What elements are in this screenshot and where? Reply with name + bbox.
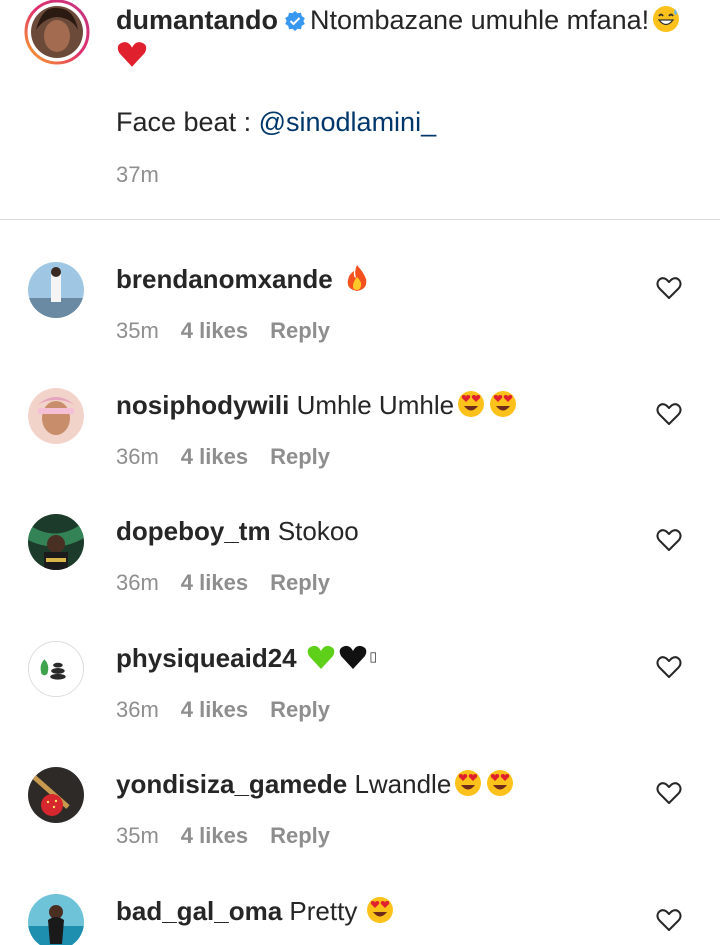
heart-outline-icon[interactable] [656, 276, 682, 300]
comment-avatar[interactable] [28, 894, 84, 945]
red-heart-emoji [117, 42, 147, 67]
comment-text: Umhle Umhle [296, 390, 455, 420]
comment-time: 36m [116, 697, 159, 722]
comment-time: 35m [116, 318, 159, 343]
caption-timestamp: 37m [116, 162, 159, 187]
black-heart-emoji [339, 645, 367, 669]
comment-row: physiqueaid24 36m 4 likes Reply [0, 641, 720, 767]
comment-meta: 36m 4 likes Reply [116, 444, 352, 470]
comment-body: nosiphodywili Umhle Umhle [116, 388, 518, 422]
fire-emoji [347, 265, 367, 291]
verified-badge-icon [285, 11, 305, 31]
reply-button[interactable]: Reply [270, 697, 330, 722]
heart-outline-icon[interactable] [656, 402, 682, 426]
comment-body: dopeboy_tm Stokoo [116, 514, 359, 548]
comment-likes[interactable]: 4 likes [181, 697, 248, 722]
caption-body: Ntombazane umuhle mfana! [310, 5, 650, 35]
comment-row: brendanomxande 35m 4 likes Reply [0, 262, 720, 388]
caption-username[interactable]: dumantando [116, 5, 278, 35]
comment-avatar[interactable] [28, 641, 84, 697]
reply-button[interactable]: Reply [270, 570, 330, 595]
reply-button[interactable]: Reply [270, 823, 330, 848]
comment-username[interactable]: dopeboy_tm [116, 516, 271, 546]
caption-text: dumantando Ntombazane umuhle mfana! [116, 2, 696, 74]
comment-text: Stokoo [277, 516, 359, 546]
caption-avatar[interactable] [22, 0, 92, 66]
comment-likes[interactable]: 4 likes [181, 318, 248, 343]
heart-eyes-emoji [487, 770, 514, 796]
comment-meta: 35m 4 likes Reply [116, 823, 352, 849]
comment-body: physiqueaid24 [116, 641, 384, 675]
comment-username[interactable]: nosiphodywili [116, 390, 289, 420]
comment-likes[interactable]: 4 likes [181, 570, 248, 595]
comment-meta: 36m 4 likes Reply [116, 570, 352, 596]
caption-line2: Face beat : @sinodlamini_ [116, 104, 436, 140]
comment-avatar[interactable] [28, 767, 84, 823]
reply-button[interactable]: Reply [270, 444, 330, 469]
heart-eyes-emoji [455, 770, 482, 796]
heart-eyes-emoji [367, 897, 394, 923]
comment-likes[interactable]: 4 likes [181, 444, 248, 469]
heart-eyes-emoji [490, 391, 517, 417]
comment-row: dopeboy_tm Stokoo 36m 4 likes Reply [0, 514, 720, 640]
sweat-smile-emoji [653, 6, 680, 32]
comment-text: Pretty [289, 896, 358, 926]
heart-outline-icon[interactable] [656, 908, 682, 932]
unknown-glyph-icon [370, 652, 376, 663]
comment-body: yondisiza_gamede Lwandle [116, 767, 515, 801]
comment-username[interactable]: brendanomxande [116, 264, 333, 294]
comment-body: brendanomxande [116, 262, 372, 296]
comment-row: nosiphodywili Umhle Umhle 36m 4 likes Repl… [0, 388, 720, 514]
caption-line2-prefix: Face beat : [116, 107, 259, 137]
comment-avatar[interactable] [28, 262, 84, 318]
comment-username[interactable]: bad_gal_oma [116, 896, 282, 926]
comment-row: bad_gal_oma Pretty [0, 894, 720, 945]
mention-link[interactable]: @sinodlamini_ [259, 107, 437, 137]
heart-outline-icon[interactable] [656, 781, 682, 805]
green-heart-emoji [307, 645, 335, 669]
comment-avatar[interactable] [28, 514, 84, 570]
comment-row: yondisiza_gamede Lwandle 35m 4 likes Reply [0, 767, 720, 893]
comment-time: 36m [116, 570, 159, 595]
comment-body: bad_gal_oma Pretty [116, 894, 395, 928]
comment-meta: 36m 4 likes Reply [116, 697, 352, 723]
heart-outline-icon[interactable] [656, 528, 682, 552]
comment-text: Lwandle [354, 769, 452, 799]
comment-time: 36m [116, 444, 159, 469]
comment-username[interactable]: yondisiza_gamede [116, 769, 347, 799]
comment-username[interactable]: physiqueaid24 [116, 643, 297, 673]
comment-time: 35m [116, 823, 159, 848]
comment-avatar[interactable] [28, 388, 84, 444]
post-caption: dumantando Ntombazane umuhle mfana! Face … [0, 0, 720, 220]
heart-eyes-emoji [458, 391, 485, 417]
heart-outline-icon[interactable] [656, 655, 682, 679]
comment-meta: 35m 4 likes Reply [116, 318, 352, 344]
reply-button[interactable]: Reply [270, 318, 330, 343]
comment-likes[interactable]: 4 likes [181, 823, 248, 848]
